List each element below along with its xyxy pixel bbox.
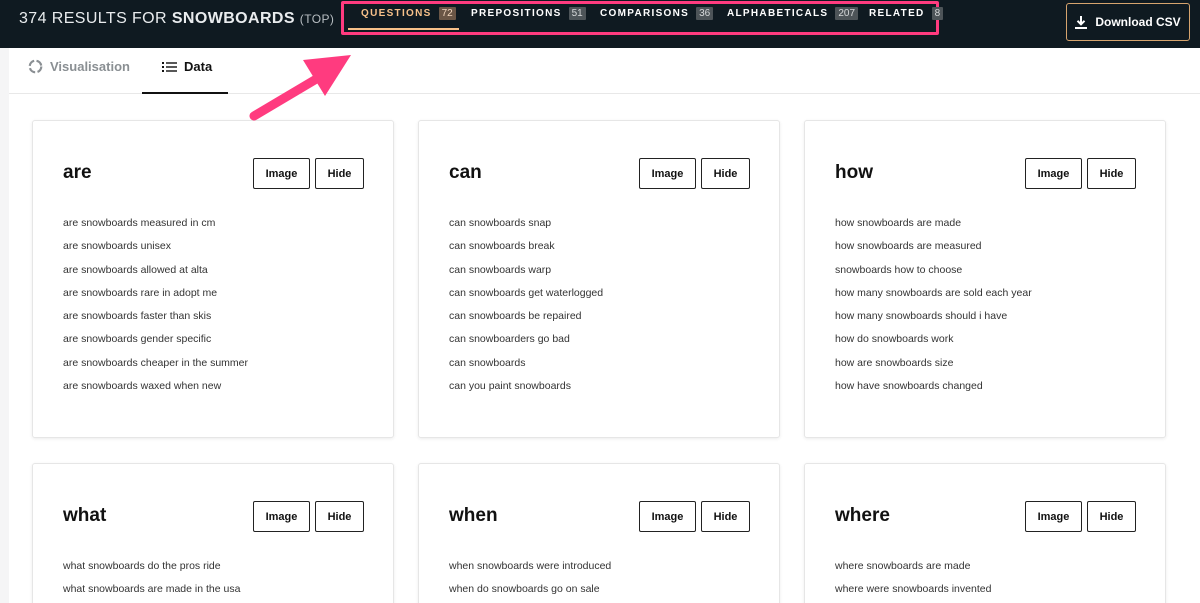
tab-count-badge: 36 [696, 7, 714, 20]
tab-count-badge: 207 [835, 7, 859, 20]
hide-button[interactable]: Hide [701, 158, 750, 189]
list-item[interactable]: what snowboards are made in the usa [63, 583, 240, 603]
card-title: what [63, 505, 107, 526]
list-item[interactable]: how have snowboards changed [835, 380, 1032, 403]
tab-count-badge: 51 [568, 7, 586, 20]
list-item[interactable]: can snowboarders go bad [449, 333, 603, 356]
list-item[interactable]: can snowboards [449, 357, 603, 380]
tab-count-badge: 8 [931, 7, 944, 20]
hide-button[interactable]: Hide [315, 158, 364, 189]
search-term: SNOWBOARDS [171, 10, 295, 27]
list-item[interactable]: when do snowboards go on sale [449, 583, 611, 603]
suggestion-list: where snowboards are made where were sno… [835, 560, 991, 603]
question-card-what: what Image Hide what snowboards do the p… [32, 463, 394, 603]
tab-label: QUESTIONS [361, 8, 432, 19]
hide-button[interactable]: Hide [1087, 501, 1136, 532]
image-button[interactable]: Image [253, 158, 310, 189]
list-item[interactable]: snowboards how to choose [835, 264, 1032, 287]
card-title: where [835, 505, 890, 526]
image-button[interactable]: Image [639, 158, 696, 189]
image-button[interactable]: Image [1025, 501, 1082, 532]
suggestion-list: what snowboards do the pros ride what sn… [63, 560, 240, 603]
hide-button[interactable]: Hide [701, 501, 750, 532]
tab-count-badge: 72 [438, 7, 456, 20]
circle-chart-icon [28, 59, 43, 74]
question-card-are: are Image Hide are snowboards measured i… [32, 120, 394, 438]
download-csv-label: Download CSV [1095, 15, 1181, 29]
list-item[interactable]: are snowboards cheaper in the summer [63, 357, 248, 380]
list-item[interactable]: where snowboards are made [835, 560, 991, 583]
list-item[interactable]: when snowboards were introduced [449, 560, 611, 583]
download-icon [1075, 15, 1088, 29]
hide-button[interactable]: Hide [1087, 158, 1136, 189]
tab-visualisation[interactable]: Visualisation [28, 59, 130, 74]
card-title: how [835, 162, 873, 183]
hide-button[interactable]: Hide [315, 501, 364, 532]
list-item[interactable]: are snowboards measured in cm [63, 217, 248, 240]
list-item[interactable]: can snowboards snap [449, 217, 603, 240]
list-item[interactable]: are snowboards waxed when new [63, 380, 248, 403]
list-item[interactable]: where were snowboards invented [835, 583, 991, 603]
list-item[interactable]: can snowboards warp [449, 264, 603, 287]
image-button[interactable]: Image [1025, 158, 1082, 189]
list-item[interactable]: are snowboards unisex [63, 240, 248, 263]
tab-label: RELATED [869, 8, 925, 19]
tab-label: COMPARISONS [600, 8, 690, 19]
question-card-where: where Image Hide where snowboards are ma… [804, 463, 1166, 603]
list-item[interactable]: what snowboards do the pros ride [63, 560, 240, 583]
tab-data-label: Data [184, 59, 213, 74]
list-item[interactable]: how many snowboards should i have [835, 310, 1032, 333]
tab-label: PREPOSITIONS [471, 8, 562, 19]
tab-related[interactable]: RELATED 8 [869, 7, 944, 20]
question-card-can: can Image Hide can snowboards snap can s… [418, 120, 780, 438]
active-view-underline [142, 92, 228, 94]
results-mode: (TOP) [299, 12, 335, 26]
top-bar: 374 RESULTS FOR SNOWBOARDS (TOP) QUESTIO… [0, 0, 1200, 48]
list-item[interactable]: are snowboards rare in adopt me [63, 287, 248, 310]
card-title: are [63, 162, 92, 183]
tab-comparisons[interactable]: COMPARISONS 36 [600, 7, 714, 20]
list-item[interactable]: can snowboards be repaired [449, 310, 603, 333]
list-item[interactable]: how many snowboards are sold each year [835, 287, 1032, 310]
tab-label: ALPHABETICALS [727, 8, 829, 19]
results-count-label: 374 RESULTS FOR [19, 10, 167, 27]
list-item[interactable]: can snowboards break [449, 240, 603, 263]
list-item[interactable]: how do snowboards work [835, 333, 1032, 356]
main-content: Visualisation Data are Image Hide are sn… [9, 48, 1200, 603]
image-button[interactable]: Image [639, 501, 696, 532]
suggestion-list: are snowboards measured in cm are snowbo… [63, 217, 248, 403]
list-item[interactable]: can snowboards get waterlogged [449, 287, 603, 310]
results-title: 374 RESULTS FOR SNOWBOARDS (TOP) [19, 10, 334, 28]
suggestion-list: can snowboards snap can snowboards break… [449, 217, 603, 403]
tab-alphabeticals[interactable]: ALPHABETICALS 207 [727, 7, 859, 20]
question-card-how: how Image Hide how snowboards are made h… [804, 120, 1166, 438]
view-tabs: Visualisation Data [9, 48, 1200, 94]
tab-questions[interactable]: QUESTIONS 72 [361, 7, 456, 20]
list-item[interactable]: are snowboards faster than skis [63, 310, 248, 333]
list-item[interactable]: can you paint snowboards [449, 380, 603, 403]
list-item[interactable]: are snowboards allowed at alta [63, 264, 248, 287]
list-item[interactable]: how snowboards are measured [835, 240, 1032, 263]
suggestion-list: when snowboards were introduced when do … [449, 560, 611, 603]
card-title: when [449, 505, 498, 526]
question-card-when: when Image Hide when snowboards were int… [418, 463, 780, 603]
list-item[interactable]: are snowboards gender specific [63, 333, 248, 356]
active-tab-underline [348, 28, 459, 30]
download-csv-button[interactable]: Download CSV [1066, 3, 1190, 41]
tab-data[interactable]: Data [162, 59, 212, 74]
list-item[interactable]: how are snowboards size [835, 357, 1032, 380]
list-item[interactable]: how snowboards are made [835, 217, 1032, 240]
card-title: can [449, 162, 482, 183]
tab-visualisation-label: Visualisation [50, 59, 130, 74]
tab-prepositions[interactable]: PREPOSITIONS 51 [471, 7, 586, 20]
suggestion-list: how snowboards are made how snowboards a… [835, 217, 1032, 403]
image-button[interactable]: Image [253, 501, 310, 532]
list-icon [162, 61, 177, 72]
